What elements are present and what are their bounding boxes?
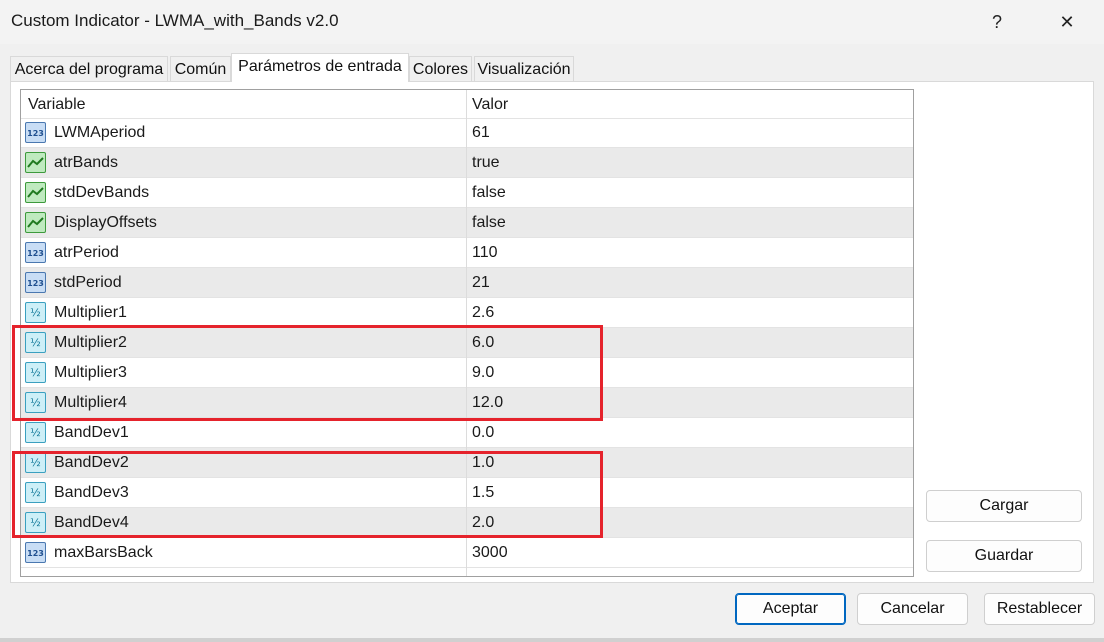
bool-icon: [25, 152, 46, 173]
param-value[interactable]: 0.0: [472, 424, 494, 442]
double-icon: [25, 302, 46, 323]
param-value[interactable]: true: [472, 154, 500, 172]
column-header-value[interactable]: Valor: [472, 96, 508, 114]
int-icon: [25, 272, 46, 293]
tab-about[interactable]: Acerca del programa: [10, 56, 168, 81]
param-name: stdPeriod: [54, 274, 122, 291]
table-row[interactable]: DisplayOffsets false: [21, 208, 913, 238]
save-button[interactable]: Guardar: [926, 540, 1082, 572]
param-value[interactable]: 2.6: [472, 304, 494, 322]
param-name: stdDevBands: [54, 184, 150, 201]
bool-icon: [25, 212, 46, 233]
table-row[interactable]: Multiplier1 2.6: [21, 298, 913, 328]
highlight-box-multipliers: [12, 325, 603, 421]
table-row[interactable]: stdDevBands false: [21, 178, 913, 208]
background-strip: [0, 638, 1104, 642]
param-name: atrBands: [54, 154, 119, 171]
param-value[interactable]: false: [472, 214, 506, 232]
int-icon: [25, 242, 46, 263]
tab-common[interactable]: Común: [170, 56, 231, 81]
table-row[interactable]: maxBarsBack 3000: [21, 538, 913, 568]
column-header-variable[interactable]: Variable: [28, 96, 86, 114]
param-value[interactable]: 21: [472, 274, 490, 292]
param-name: LWMAperiod: [54, 124, 146, 141]
title-bar: Custom Indicator - LWMA_with_Bands v2.0 …: [0, 0, 1104, 44]
param-value[interactable]: 110: [472, 244, 498, 262]
grid-header: Variable Valor: [21, 90, 913, 119]
int-icon: [25, 542, 46, 563]
tab-input-parameters[interactable]: Parámetros de entrada: [231, 53, 409, 82]
table-row[interactable]: atrPeriod 110: [21, 238, 913, 268]
param-name: BandDev1: [54, 424, 129, 441]
table-row[interactable]: stdPeriod 21: [21, 268, 913, 298]
close-icon[interactable]: ✕: [1042, 0, 1092, 44]
table-row[interactable]: LWMAperiod 61: [21, 118, 913, 148]
window-title: Custom Indicator - LWMA_with_Bands v2.0: [11, 11, 339, 30]
load-button[interactable]: Cargar: [926, 490, 1082, 522]
int-icon: [25, 122, 46, 143]
param-name: maxBarsBack: [54, 544, 153, 561]
table-row[interactable]: BandDev1 0.0: [21, 418, 913, 448]
param-value[interactable]: false: [472, 184, 506, 202]
highlight-box-banddevs: [12, 451, 603, 538]
param-name: atrPeriod: [54, 244, 119, 261]
param-value[interactable]: 61: [472, 124, 490, 142]
param-name: Multiplier1: [54, 304, 127, 321]
tab-colors[interactable]: Colores: [409, 56, 472, 81]
bool-icon: [25, 182, 46, 203]
double-icon: [25, 422, 46, 443]
table-row[interactable]: atrBands true: [21, 148, 913, 178]
param-name: DisplayOffsets: [54, 214, 157, 231]
param-value[interactable]: 3000: [472, 544, 508, 562]
ok-button[interactable]: Aceptar: [735, 593, 846, 625]
reset-button[interactable]: Restablecer: [984, 593, 1095, 625]
cancel-button[interactable]: Cancelar: [857, 593, 968, 625]
tab-visualization[interactable]: Visualización: [474, 56, 574, 81]
help-icon[interactable]: ?: [972, 0, 1022, 44]
